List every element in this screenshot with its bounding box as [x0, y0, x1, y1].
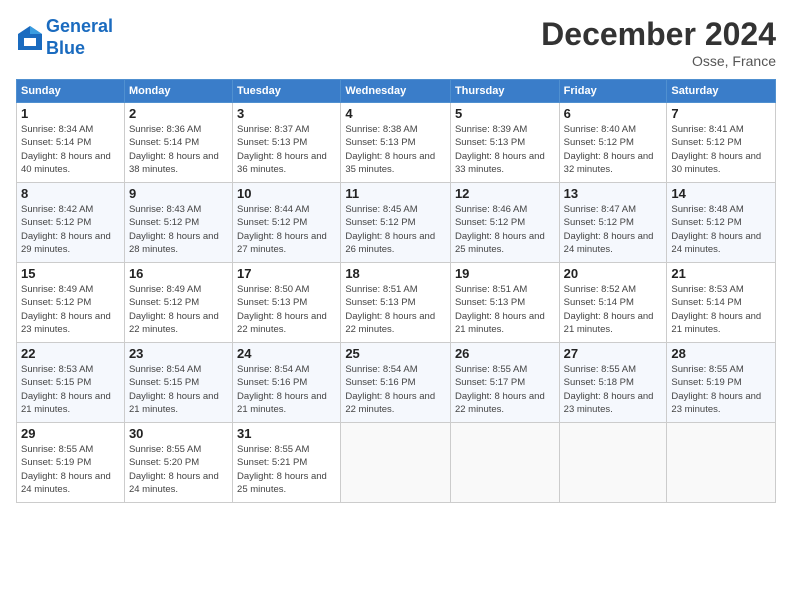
- table-row: 19 Sunrise: 8:51 AMSunset: 5:13 PMDaylig…: [450, 263, 559, 343]
- table-row: 26 Sunrise: 8:55 AMSunset: 5:17 PMDaylig…: [450, 343, 559, 423]
- col-saturday: Saturday: [667, 80, 776, 103]
- location: Osse, France: [541, 53, 776, 69]
- col-tuesday: Tuesday: [233, 80, 341, 103]
- col-sunday: Sunday: [17, 80, 125, 103]
- page: General Blue December 2024 Osse, France …: [0, 0, 792, 612]
- table-row: 31 Sunrise: 8:55 AMSunset: 5:21 PMDaylig…: [233, 423, 341, 503]
- table-row: 8 Sunrise: 8:42 AMSunset: 5:12 PMDayligh…: [17, 183, 125, 263]
- table-row: 22 Sunrise: 8:53 AMSunset: 5:15 PMDaylig…: [17, 343, 125, 423]
- col-wednesday: Wednesday: [341, 80, 451, 103]
- table-row: 10 Sunrise: 8:44 AMSunset: 5:12 PMDaylig…: [233, 183, 341, 263]
- title-block: December 2024 Osse, France: [541, 16, 776, 69]
- table-row: 13 Sunrise: 8:47 AMSunset: 5:12 PMDaylig…: [559, 183, 667, 263]
- month-title: December 2024: [541, 16, 776, 53]
- table-row: [559, 423, 667, 503]
- table-row: [667, 423, 776, 503]
- col-monday: Monday: [124, 80, 232, 103]
- table-row: 29 Sunrise: 8:55 AMSunset: 5:19 PMDaylig…: [17, 423, 125, 503]
- table-row: 1 Sunrise: 8:34 AMSunset: 5:14 PMDayligh…: [17, 103, 125, 183]
- table-row: 24 Sunrise: 8:54 AMSunset: 5:16 PMDaylig…: [233, 343, 341, 423]
- table-row: 25 Sunrise: 8:54 AMSunset: 5:16 PMDaylig…: [341, 343, 451, 423]
- table-row: [341, 423, 451, 503]
- logo-line1: General: [46, 16, 113, 36]
- calendar-table: Sunday Monday Tuesday Wednesday Thursday…: [16, 79, 776, 503]
- table-row: 20 Sunrise: 8:52 AMSunset: 5:14 PMDaylig…: [559, 263, 667, 343]
- table-row: 6 Sunrise: 8:40 AMSunset: 5:12 PMDayligh…: [559, 103, 667, 183]
- table-row: 2 Sunrise: 8:36 AMSunset: 5:14 PMDayligh…: [124, 103, 232, 183]
- header-row: Sunday Monday Tuesday Wednesday Thursday…: [17, 80, 776, 103]
- logo-text: General Blue: [46, 16, 113, 59]
- logo-line2: Blue: [46, 38, 85, 58]
- table-row: 17 Sunrise: 8:50 AMSunset: 5:13 PMDaylig…: [233, 263, 341, 343]
- table-row: 9 Sunrise: 8:43 AMSunset: 5:12 PMDayligh…: [124, 183, 232, 263]
- table-row: 21 Sunrise: 8:53 AMSunset: 5:14 PMDaylig…: [667, 263, 776, 343]
- table-row: 18 Sunrise: 8:51 AMSunset: 5:13 PMDaylig…: [341, 263, 451, 343]
- table-row: 27 Sunrise: 8:55 AMSunset: 5:18 PMDaylig…: [559, 343, 667, 423]
- table-row: 28 Sunrise: 8:55 AMSunset: 5:19 PMDaylig…: [667, 343, 776, 423]
- table-row: 14 Sunrise: 8:48 AMSunset: 5:12 PMDaylig…: [667, 183, 776, 263]
- table-row: 7 Sunrise: 8:41 AMSunset: 5:12 PMDayligh…: [667, 103, 776, 183]
- table-row: 5 Sunrise: 8:39 AMSunset: 5:13 PMDayligh…: [450, 103, 559, 183]
- header: General Blue December 2024 Osse, France: [16, 16, 776, 69]
- table-row: 11 Sunrise: 8:45 AMSunset: 5:12 PMDaylig…: [341, 183, 451, 263]
- table-row: 16 Sunrise: 8:49 AMSunset: 5:12 PMDaylig…: [124, 263, 232, 343]
- table-row: 4 Sunrise: 8:38 AMSunset: 5:13 PMDayligh…: [341, 103, 451, 183]
- table-row: 30 Sunrise: 8:55 AMSunset: 5:20 PMDaylig…: [124, 423, 232, 503]
- table-row: 12 Sunrise: 8:46 AMSunset: 5:12 PMDaylig…: [450, 183, 559, 263]
- table-row: 3 Sunrise: 8:37 AMSunset: 5:13 PMDayligh…: [233, 103, 341, 183]
- col-thursday: Thursday: [450, 80, 559, 103]
- logo: General Blue: [16, 16, 113, 59]
- table-row: [450, 423, 559, 503]
- table-row: 23 Sunrise: 8:54 AMSunset: 5:15 PMDaylig…: [124, 343, 232, 423]
- table-row: 15 Sunrise: 8:49 AMSunset: 5:12 PMDaylig…: [17, 263, 125, 343]
- logo-icon: [16, 24, 44, 52]
- col-friday: Friday: [559, 80, 667, 103]
